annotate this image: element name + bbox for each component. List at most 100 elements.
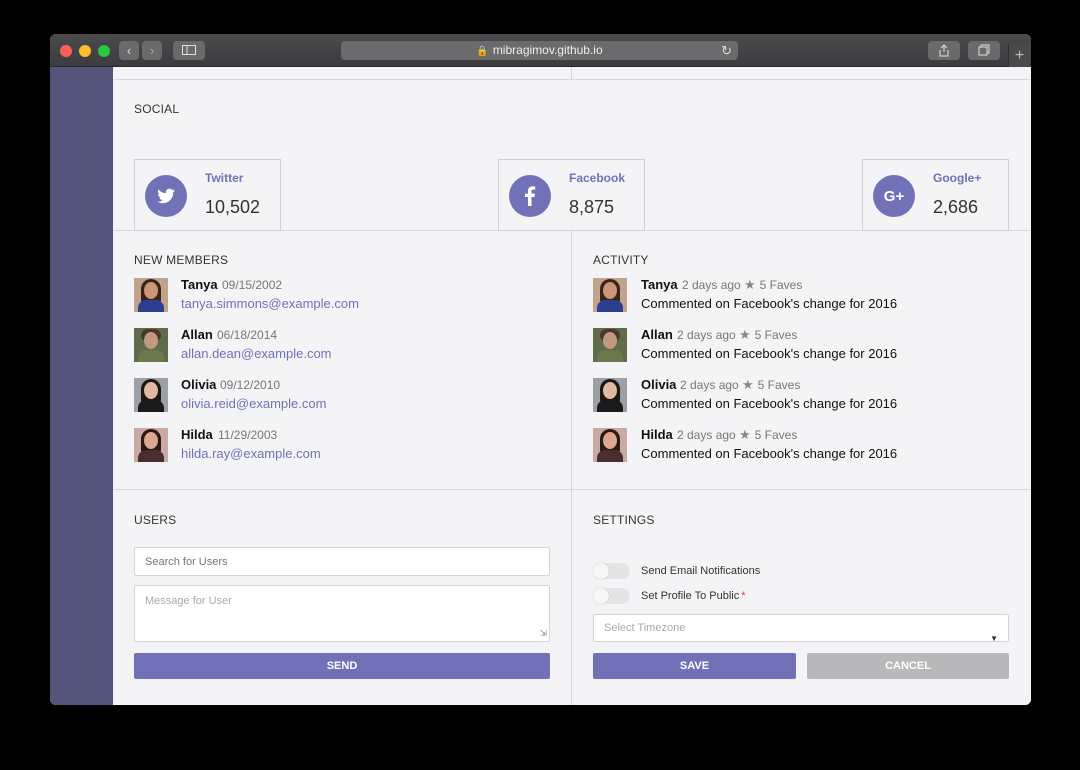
users-section-title: USERS [134, 513, 177, 527]
dashboard-content: SOCIAL Twitter 10,502 Facebook 8,875 G+ … [113, 67, 1031, 705]
avatar [593, 378, 627, 412]
social-name: Google+ [933, 171, 982, 185]
member-name: Olivia [181, 377, 217, 392]
member-name: Tanya [181, 277, 218, 292]
message-for-user-textarea[interactable]: Message for User ⇲ [134, 585, 550, 642]
new-tab-button[interactable]: + [1008, 44, 1030, 67]
member-date: 09/12/2010 [220, 378, 281, 392]
member-date: 11/29/2003 [218, 428, 278, 442]
required-asterisk: * [741, 590, 746, 602]
faves-count: ★ 5 Faves [739, 327, 798, 342]
timezone-select[interactable]: Select Timezone ▼ [593, 614, 1009, 643]
save-button[interactable]: SAVE [593, 653, 796, 679]
show-tabs-button[interactable] [968, 41, 1000, 60]
zoom-window-button[interactable] [98, 45, 110, 57]
avatar [134, 428, 168, 462]
address-bar[interactable]: 🔒 mibragimov.github.io ↻ [341, 41, 738, 60]
activity-user-name: Tanya [641, 277, 678, 292]
activity-text: Commented on Facebook's change for 2016 [641, 446, 898, 461]
svg-text:G+: G+ [884, 188, 905, 205]
member-name: Allan [181, 327, 213, 342]
send-button[interactable]: SEND [134, 653, 550, 679]
activity-user-name: Allan [641, 327, 673, 342]
sidebar-toggle-button[interactable] [173, 41, 205, 60]
activity-time: 2 days ago [677, 328, 736, 342]
facebook-icon [509, 175, 551, 217]
plus-icon: + [1014, 47, 1025, 64]
share-button[interactable] [928, 41, 960, 60]
social-name: Facebook [569, 171, 626, 185]
google-plus-card[interactable]: G+ Google+ 2,686 [862, 159, 1009, 231]
social-name: Twitter [205, 171, 244, 185]
member-email-link[interactable]: allan.dean@example.com [181, 346, 332, 361]
member-email-link[interactable]: tanya.simmons@example.com [181, 296, 359, 311]
browser-titlebar: ‹ › 🔒 mibragimov.github.io ↻ + [50, 34, 1031, 67]
twitter-card[interactable]: Twitter 10,502 [134, 159, 281, 231]
activity-text: Commented on Facebook's change for 2016 [641, 346, 898, 361]
browser-window: ‹ › 🔒 mibragimov.github.io ↻ + SOCIAL Tw… [50, 34, 1031, 705]
activity-text: Commented on Facebook's change for 2016 [641, 296, 898, 311]
avatar [134, 328, 168, 362]
twitter-icon [145, 175, 187, 217]
avatar [593, 428, 627, 462]
email-notifications-label: Send Email Notifications [641, 565, 761, 577]
star-icon: ★ [739, 427, 751, 442]
star-icon: ★ [739, 327, 751, 342]
profile-public-toggle[interactable] [593, 588, 630, 604]
cancel-button[interactable]: CANCEL [807, 653, 1009, 679]
avatar [134, 278, 168, 312]
minimize-window-button[interactable] [79, 45, 91, 57]
url-text: mibragimov.github.io [492, 43, 603, 57]
profile-public-label: Set Profile To Public * [641, 590, 746, 602]
divider [571, 67, 572, 79]
activity-user-name: Hilda [641, 427, 673, 442]
new-members-section-title: NEW MEMBERS [134, 253, 229, 267]
member-email-link[interactable]: hilda.ray@example.com [181, 446, 321, 461]
facebook-card[interactable]: Facebook 8,875 [498, 159, 645, 231]
activity-time: 2 days ago [680, 378, 739, 392]
email-notifications-toggle[interactable] [593, 563, 630, 579]
reload-icon[interactable]: ↻ [721, 41, 732, 60]
message-placeholder: Message for User [145, 595, 232, 607]
chevron-right-icon: › [149, 43, 155, 58]
social-count: 10,502 [205, 197, 261, 217]
forward-button[interactable]: › [142, 41, 162, 60]
member-date: 06/18/2014 [217, 328, 278, 342]
faves-count: ★ 5 Faves [739, 427, 798, 442]
search-users-input[interactable] [134, 547, 550, 576]
star-icon: ★ [742, 377, 754, 392]
divider [571, 230, 572, 705]
star-icon: ★ [744, 277, 756, 292]
activity-section-title: ACTIVITY [593, 253, 649, 267]
faves-count: ★ 5 Faves [744, 277, 803, 292]
timezone-placeholder: Select Timezone [604, 622, 686, 634]
avatar [593, 328, 627, 362]
app-sidebar [50, 67, 113, 705]
avatar [134, 378, 168, 412]
activity-text: Commented on Facebook's change for 2016 [641, 396, 898, 411]
caret-down-icon: ▼ [990, 634, 998, 643]
sidebar-icon [182, 45, 196, 55]
settings-section-title: SETTINGS [593, 513, 655, 527]
resize-handle-icon[interactable]: ⇲ [539, 628, 547, 639]
member-date: 09/15/2002 [222, 278, 283, 292]
activity-user-name: Olivia [641, 377, 677, 392]
divider [113, 489, 1031, 490]
tabs-icon [978, 44, 990, 56]
member-name: Hilda [181, 427, 213, 442]
faves-count: ★ 5 Faves [742, 377, 801, 392]
activity-time: 2 days ago [682, 278, 741, 292]
share-icon [939, 44, 949, 57]
social-count: 2,686 [933, 197, 979, 217]
divider [113, 79, 1031, 80]
lock-icon: 🔒 [476, 46, 489, 57]
google-plus-icon: G+ [873, 175, 915, 217]
activity-time: 2 days ago [677, 428, 736, 442]
back-button[interactable]: ‹ [119, 41, 139, 60]
member-email-link[interactable]: olivia.reid@example.com [181, 396, 326, 411]
social-section-title: SOCIAL [134, 102, 180, 116]
avatar [593, 278, 627, 312]
close-window-button[interactable] [60, 45, 72, 57]
chevron-left-icon: ‹ [126, 43, 132, 58]
social-count: 8,875 [569, 197, 615, 217]
